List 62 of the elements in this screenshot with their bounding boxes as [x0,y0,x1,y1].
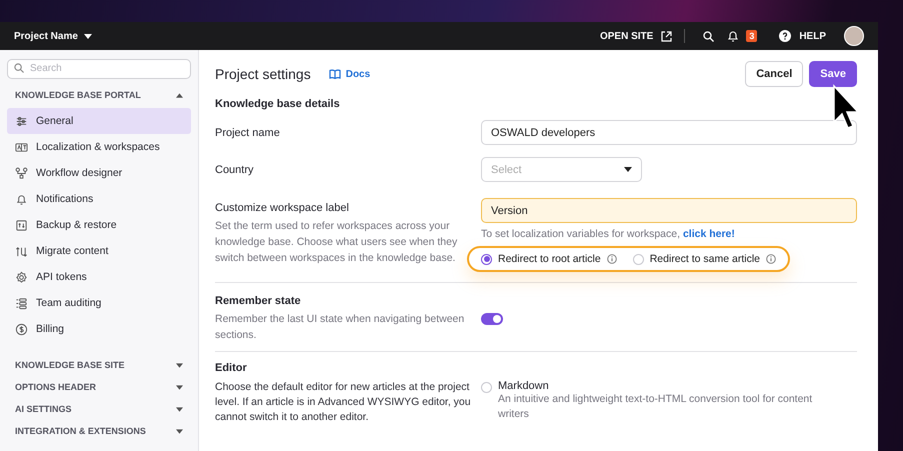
hint-text: To set localization variables for workspace, click here! [481,228,736,240]
workspace-label-field[interactable]: Version [481,198,857,223]
option-description: An intuitive and lightweight text-to-HTML conversion tool for content writers [498,392,814,422]
search-icon [14,63,24,73]
bell-icon [15,192,28,206]
dollar-icon [15,322,28,336]
notification-badge: 3 [746,30,758,42]
sliders-icon [15,114,28,128]
radio-option[interactable]: Redirect to root article [481,253,617,265]
field-label: Customize workspace label [215,202,350,214]
section-heading: Editor [215,362,248,374]
page-title: Project settings [215,66,311,82]
field-label: Country [215,164,255,176]
book-icon [328,69,341,79]
sidebar-section-header[interactable]: KNOWLEDGE BASE SITE [7,354,191,376]
backup-icon [15,218,28,232]
sidebar-section-header[interactable]: OPTIONS HEADER [7,376,191,398]
help-link[interactable]: HELP [799,30,826,42]
caret-icon [624,167,632,172]
caret-icon [84,34,92,38]
click-here-link[interactable]: click here! [682,228,735,240]
gear-icon [15,270,28,284]
translate-icon [15,140,28,154]
help-icon [779,30,792,42]
sidebar-section-header[interactable]: INTEGRATION & EXTENSIONS [7,420,191,442]
search-icon[interactable] [703,30,714,42]
docs-link[interactable]: Docs [328,68,370,80]
search-field[interactable]: Search [7,58,191,78]
flow-icon [15,166,28,180]
external-link-icon [661,30,672,42]
toggle-switch[interactable] [481,313,503,325]
sidebar-item[interactable]: General [7,108,191,134]
cancel-button[interactable]: Cancel [745,61,804,87]
field-label: Project name [215,126,281,138]
info-icon [606,254,617,264]
sidebar-item[interactable]: Team auditing [7,290,191,316]
open-site-link[interactable]: OPEN SITE [600,30,654,42]
section-heading: Remember state [215,295,302,307]
section-heading: Knowledge base details [215,98,341,110]
project-dropdown[interactable]: Project Name [14,30,92,42]
sidebar-section-header[interactable]: KNOWLEDGE BASE PORTAL [7,84,191,106]
project-name-field[interactable]: OSWALD developers [481,120,857,145]
list-icon [15,296,28,310]
sidebar-item[interactable]: Workflow designer [7,160,191,186]
sidebar-item[interactable]: Localization & workspaces [7,134,191,160]
field-description: Remember the last UI state when navigating between sections. [215,312,466,343]
option-label: Markdown [498,380,550,392]
sidebar-item[interactable]: Billing [7,316,191,342]
field-description: Choose the default editor for new articles at the project level. If an article is in Advanced WYSIWYG editor, you cannot switch it to another editor. [215,380,471,425]
bell-icon[interactable] [728,30,738,42]
sidebar-item[interactable]: API tokens [7,264,191,290]
info-icon [766,254,776,264]
sidebar-item[interactable]: Notifications [7,186,191,212]
radio-option[interactable]: Redirect to same article [632,253,776,265]
sidebar-section-header[interactable]: AI SETTINGS [7,398,191,420]
migrate-icon [15,244,28,258]
avatar[interactable] [844,26,864,46]
radio-button[interactable] [481,382,492,393]
save-button[interactable]: Save [809,61,857,87]
field-description: Set the term used to refer workspaces across your knowledge base. Choose what users see when they switch between workspaces in the knowledge base. [215,219,458,266]
sidebar-item[interactable]: Migrate content [7,238,191,264]
sidebar-item[interactable]: Backup & restore [7,212,191,238]
